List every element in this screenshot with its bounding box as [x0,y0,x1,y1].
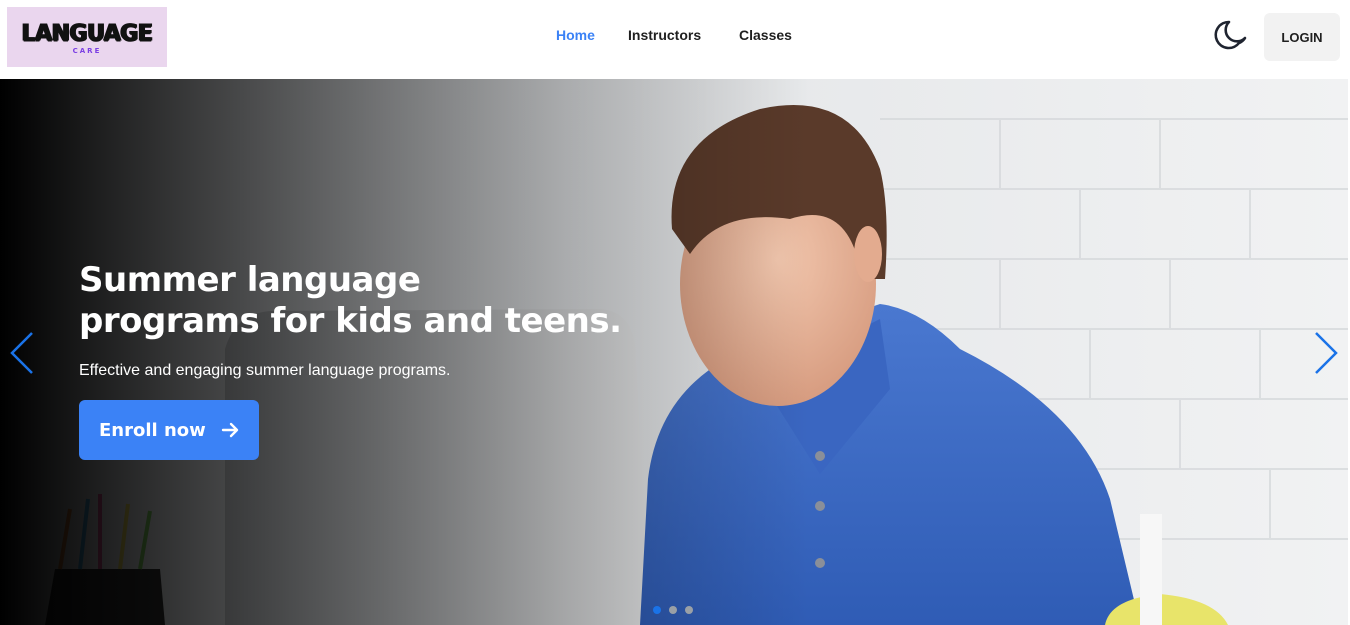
enroll-now-button[interactable]: Enroll now [79,400,259,460]
navbar: LANGUAGE CARE Home Instructors Classes L… [0,0,1350,79]
chevron-right-icon[interactable] [1310,331,1340,375]
login-button[interactable]: LOGIN [1264,13,1340,61]
moon-icon[interactable] [1212,16,1252,56]
carousel-dot-1[interactable] [653,606,661,614]
page: LANGUAGE CARE Home Instructors Classes L… [0,0,1350,625]
carousel-dot-2[interactable] [669,606,677,614]
logo-subtitle: CARE [72,47,102,55]
carousel-dot-3[interactable] [685,606,693,614]
nav-link-instructors[interactable]: Instructors [628,27,701,43]
hero-subtitle: Effective and engaging summer language p… [79,362,451,379]
nav-link-classes[interactable]: Classes [739,27,792,43]
chevron-left-icon[interactable] [8,331,38,375]
hero-carousel: Summer language programs for kids and te… [0,79,1348,625]
carousel-pagination [653,606,693,614]
nav-link-home[interactable]: Home [556,27,595,43]
arrow-right-icon [220,420,240,440]
hero-title-line2: programs for kids and teens. [79,301,622,341]
logo[interactable]: LANGUAGE CARE [7,7,167,67]
enroll-now-label: Enroll now [99,419,206,441]
hero-title-line1: Summer language [79,260,421,300]
hero-image [0,79,1348,625]
hero-title: Summer language programs for kids and te… [79,260,679,342]
logo-word: LANGUAGE [21,20,153,47]
